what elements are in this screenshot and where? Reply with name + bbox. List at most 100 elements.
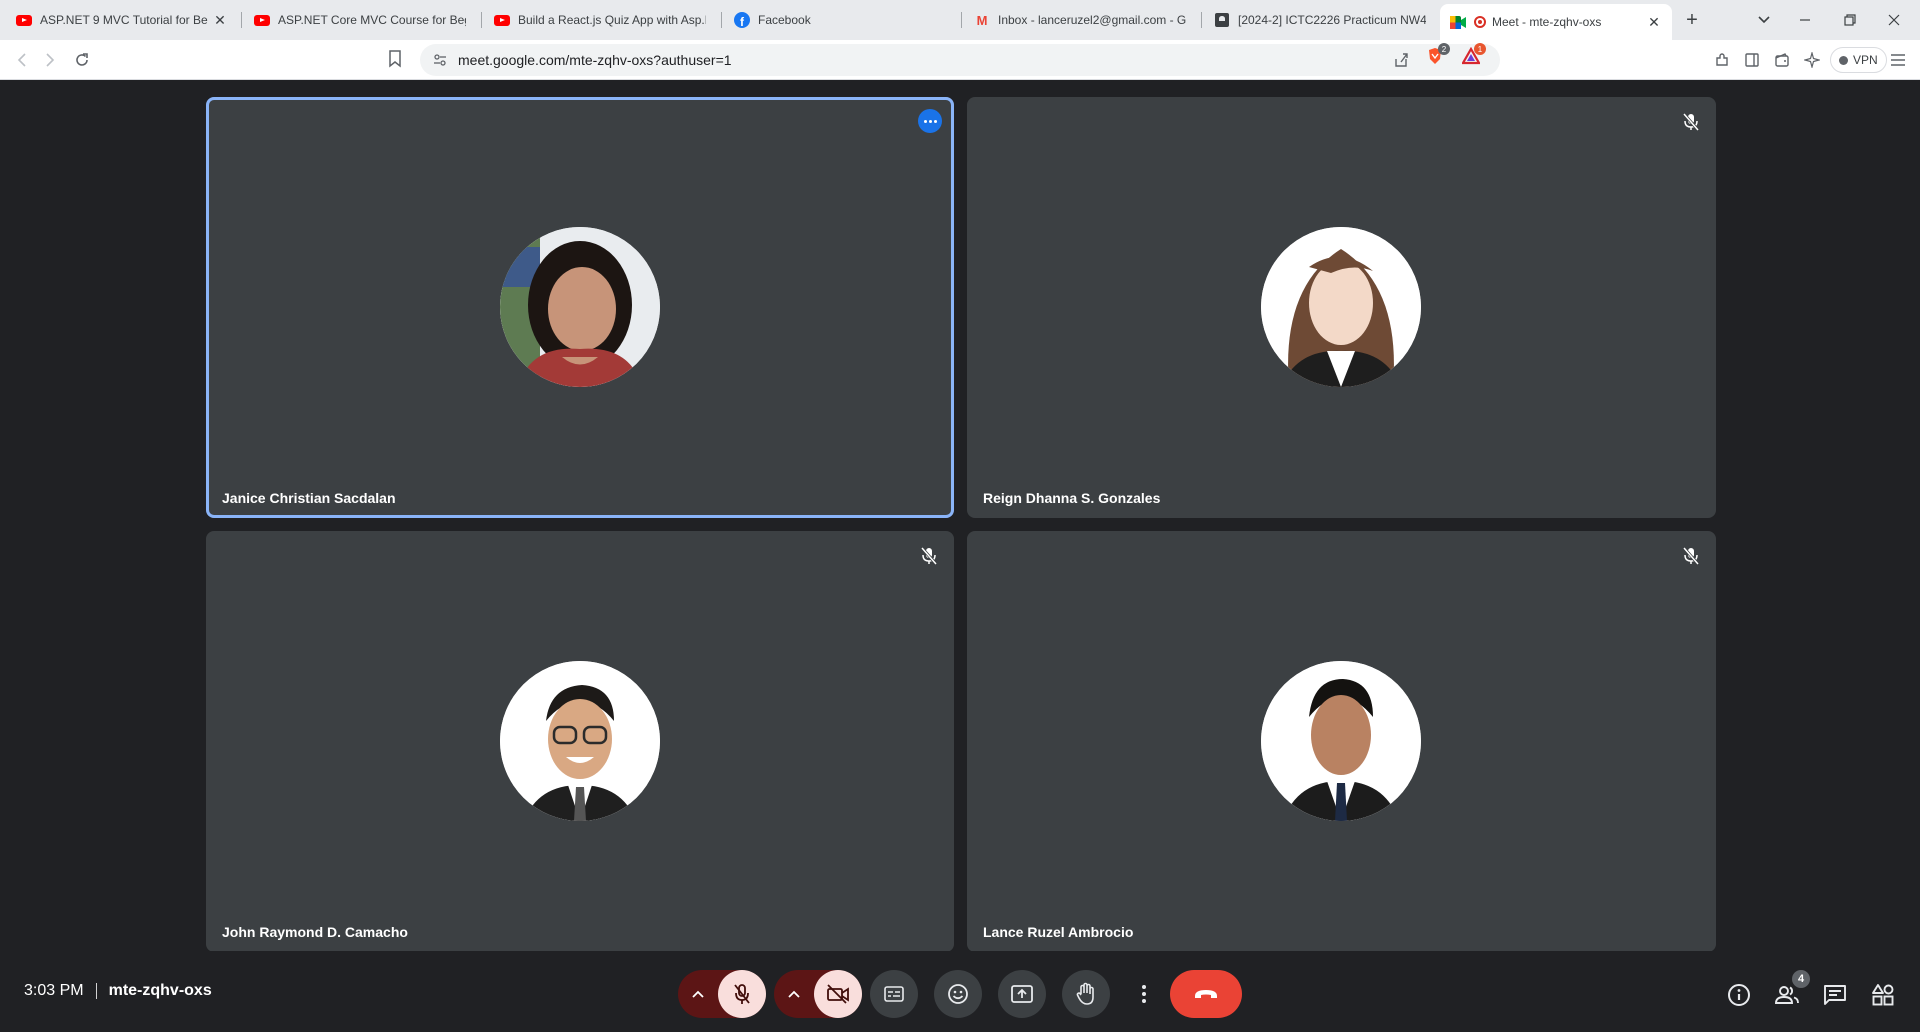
wallet-icon[interactable]	[1772, 50, 1792, 70]
participant-tile[interactable]: Reign Dhanna S. Gonzales	[967, 97, 1716, 518]
tab-asp-net-core-mvc[interactable]: ASP.NET Core MVC Course for Begi	[244, 4, 476, 36]
tab-divider	[961, 12, 962, 28]
youtube-icon	[16, 12, 32, 28]
mic-off-icon	[918, 545, 940, 567]
tab-title: [2024-2] ICTC2226 Practicum NW4E	[1238, 13, 1426, 27]
turn-on-camera-button[interactable]	[814, 970, 862, 1018]
tab-google-meet[interactable]: Meet - mte-zqhv-oxs ✕	[1440, 4, 1672, 40]
more-options-button[interactable]	[918, 109, 942, 133]
chat-icon	[1824, 985, 1846, 1005]
tab-title: Facebook	[758, 13, 811, 27]
participant-tile[interactable]: John Raymond D. Camacho	[206, 531, 954, 952]
participant-tile[interactable]: Lance Ruzel Ambrocio	[967, 531, 1716, 952]
send-reaction-button[interactable]	[934, 970, 982, 1018]
hand-icon	[1076, 982, 1094, 1005]
turn-on-microphone-button[interactable]	[718, 970, 766, 1018]
browser-tab-strip: ASP.NET 9 MVC Tutorial for Beg ✕ ASP.NET…	[0, 0, 1920, 40]
tab-divider	[721, 12, 722, 28]
more-vert-icon	[1142, 985, 1146, 1003]
browser-toolbar: meet.google.com/mte-zqhv-oxs?authuser=1 …	[0, 40, 1920, 80]
forward-button[interactable]	[38, 48, 62, 72]
tab-title: Meet - mte-zqhv-oxs	[1492, 15, 1602, 29]
reload-button[interactable]	[70, 48, 94, 72]
address-bar[interactable]: meet.google.com/mte-zqhv-oxs?authuser=1	[420, 44, 1500, 76]
chat-button[interactable]	[1822, 982, 1848, 1008]
close-window-button[interactable]	[1882, 8, 1906, 32]
meeting-time: 3:03 PM	[24, 982, 84, 999]
meeting-code: mte-zqhv-oxs	[108, 982, 212, 999]
extensions-icon[interactable]	[1712, 50, 1732, 70]
tab-facebook[interactable]: f Facebook	[724, 4, 956, 36]
tab-search-button[interactable]	[1752, 8, 1776, 32]
gmail-icon: M	[976, 12, 988, 28]
chevron-down-icon	[1758, 16, 1770, 24]
reload-icon	[76, 53, 88, 66]
site-settings-icon[interactable]	[432, 52, 448, 68]
meeting-details-button[interactable]	[1726, 982, 1752, 1008]
tab-asp-net-9-mvc[interactable]: ASP.NET 9 MVC Tutorial for Beg ✕	[6, 4, 238, 36]
tab-gmail-inbox[interactable]: M Inbox - lanceruzel2@gmail.com - G	[964, 4, 1196, 36]
participant-name: Lance Ruzel Ambrocio	[983, 924, 1134, 940]
meet-control-bar: 3:03 PM mte-zqhv-oxs 4	[0, 951, 1920, 1032]
captions-button[interactable]	[870, 970, 918, 1018]
camera-off-icon	[827, 984, 849, 1004]
meeting-details: 3:03 PM mte-zqhv-oxs	[24, 982, 212, 1000]
back-button[interactable]	[10, 48, 34, 72]
tab-divider	[1201, 12, 1202, 28]
closed-captions-icon	[884, 986, 904, 1002]
close-tab-icon[interactable]: ✕	[212, 12, 228, 28]
tab-react-quiz-app[interactable]: Build a React.js Quiz App with Asp.N	[484, 4, 716, 36]
participant-name: Reign Dhanna S. Gonzales	[983, 490, 1161, 506]
participant-name: John Raymond D. Camacho	[222, 924, 408, 940]
classroom-icon	[1214, 12, 1230, 28]
youtube-icon	[254, 12, 270, 28]
mic-off-icon	[734, 984, 750, 1004]
leo-ai-icon[interactable]	[1802, 50, 1822, 70]
emoji-icon	[948, 984, 968, 1004]
restore-button[interactable]	[1838, 8, 1862, 32]
avatar	[500, 661, 660, 821]
facebook-icon: f	[734, 12, 750, 28]
camera-control	[774, 970, 862, 1018]
avatar	[500, 227, 660, 387]
more-options-button[interactable]	[1124, 970, 1164, 1018]
info-icon	[1728, 984, 1750, 1006]
share-icon[interactable]	[1392, 51, 1410, 69]
arrow-left-icon	[17, 53, 26, 67]
tab-divider	[241, 12, 242, 28]
tab-classroom-practicum[interactable]: [2024-2] ICTC2226 Practicum NW4E	[1204, 4, 1436, 36]
people-icon	[1775, 986, 1799, 1004]
recording-indicator-icon	[1474, 16, 1486, 28]
participant-count-badge: 4	[1792, 970, 1810, 988]
tab-title: Build a React.js Quiz App with Asp.N	[518, 13, 706, 27]
present-screen-button[interactable]	[998, 970, 1046, 1018]
tab-divider	[481, 12, 482, 28]
activities-button[interactable]	[1870, 982, 1896, 1008]
participant-tile[interactable]: Janice Christian Sacdalan	[206, 97, 954, 518]
avatar	[1261, 227, 1421, 387]
meet-video-grid: Janice Christian Sacdalan Reign Dhanna S…	[0, 81, 1920, 952]
chevron-up-icon	[788, 990, 800, 998]
mic-off-icon	[1680, 545, 1702, 567]
brave-rewards-icon[interactable]: 1	[1461, 43, 1486, 65]
audio-settings-button[interactable]	[678, 970, 718, 1018]
bookmark-icon[interactable]	[388, 50, 402, 68]
vpn-button[interactable]: VPN	[1830, 47, 1887, 73]
sidebar-icon[interactable]	[1742, 50, 1762, 70]
raise-hand-button[interactable]	[1062, 970, 1110, 1018]
arrow-right-icon	[46, 53, 55, 67]
activities-icon	[1872, 984, 1894, 1006]
leave-call-button[interactable]	[1170, 970, 1242, 1018]
close-tab-icon[interactable]: ✕	[1646, 14, 1662, 30]
url-text: meet.google.com/mte-zqhv-oxs?authuser=1	[458, 52, 732, 68]
video-settings-button[interactable]	[774, 970, 814, 1018]
people-button[interactable]: 4	[1774, 970, 1810, 1008]
shields-count-badge: 2	[1438, 43, 1450, 55]
brave-shields-icon[interactable]: 2	[1426, 43, 1450, 65]
new-tab-button[interactable]: +	[1680, 8, 1704, 32]
minimize-button[interactable]	[1793, 8, 1817, 32]
menu-icon[interactable]	[1888, 50, 1908, 70]
vpn-status-icon	[1839, 55, 1848, 65]
tab-title: Inbox - lanceruzel2@gmail.com - G	[998, 13, 1186, 27]
participant-name: Janice Christian Sacdalan	[222, 490, 396, 506]
